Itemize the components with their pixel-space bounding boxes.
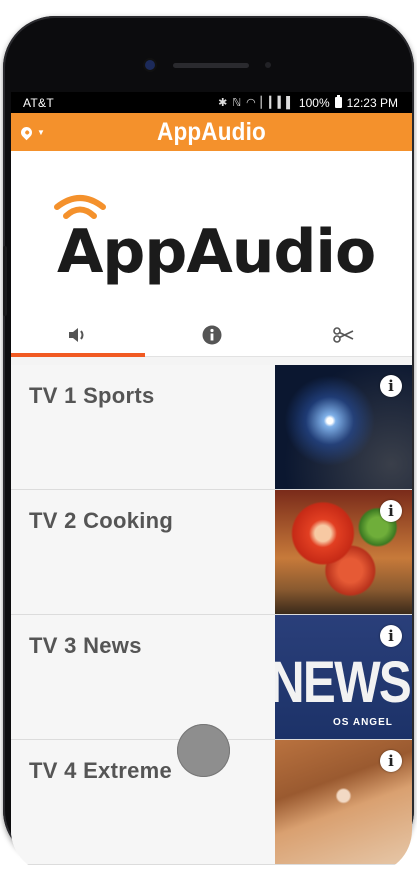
channel-row[interactable]: TV 2 Cooking i	[11, 490, 412, 615]
wifi-icon: ◠	[246, 97, 256, 109]
info-icon[interactable]: i	[380, 375, 402, 397]
nfc-icon: ℕ	[232, 97, 242, 109]
status-icons: ✱ ℕ ◠ ▏▎▍▌ 100% 12:23 PM	[218, 95, 398, 110]
channel-name: TV 3 News	[29, 633, 142, 658]
channel-thumbnail: i	[275, 365, 412, 489]
home-button[interactable]	[177, 724, 230, 777]
app-logo: AppAudio	[11, 151, 412, 313]
battery-icon	[334, 95, 342, 108]
phone-frame: AT&T ✱ ℕ ◠ ▏▎▍▌ 100% 12:23 PM ▼ AppAudio	[3, 16, 414, 874]
channel-name: TV 2 Cooking	[29, 508, 174, 533]
front-camera	[145, 60, 155, 70]
tab-info[interactable]	[145, 313, 279, 356]
info-icon[interactable]: i	[380, 750, 402, 772]
channel-list: TV 1 Sports i TV 2 Cooking i TV 3 News N…	[11, 365, 412, 865]
signal-icon: ▏▎▍▌	[260, 97, 294, 109]
tab-divider	[11, 357, 412, 365]
info-icon[interactable]: i	[380, 625, 402, 647]
earpiece-speaker	[173, 63, 249, 68]
proximity-sensor	[265, 62, 271, 68]
battery-percent: 100%	[298, 95, 330, 110]
info-icon	[202, 325, 221, 344]
logo-wordmark: AppAudio	[57, 217, 376, 287]
channel-thumbnail: i	[275, 490, 412, 614]
channel-thumbnail: NEWS OS ANGEL i	[275, 615, 412, 739]
tab-audio[interactable]	[11, 313, 145, 357]
carrier-label: AT&T	[23, 95, 54, 110]
channel-thumbnail: i	[275, 740, 412, 864]
status-bar: AT&T ✱ ℕ ◠ ▏▎▍▌ 100% 12:23 PM	[11, 92, 412, 113]
info-icon[interactable]: i	[380, 500, 402, 522]
scissors-icon	[333, 326, 354, 343]
bluetooth-icon: ✱	[218, 97, 228, 109]
news-image-text: NEWS	[275, 650, 412, 715]
channel-row[interactable]: TV 1 Sports i	[11, 365, 412, 490]
channel-name: TV 1 Sports	[29, 383, 155, 408]
speaker-icon	[68, 327, 84, 342]
tab-bar	[11, 313, 412, 357]
side-button	[3, 246, 7, 316]
tab-tools[interactable]	[278, 313, 412, 356]
app-title: AppAudio	[157, 117, 266, 146]
app-bar: ▼ AppAudio	[11, 113, 412, 151]
channel-name: TV 4 Extreme	[29, 758, 173, 783]
clock: 12:23 PM	[346, 95, 398, 110]
channel-row[interactable]: TV 3 News NEWS OS ANGEL i	[11, 615, 412, 740]
news-image-subtext: OS ANGEL	[333, 717, 393, 728]
